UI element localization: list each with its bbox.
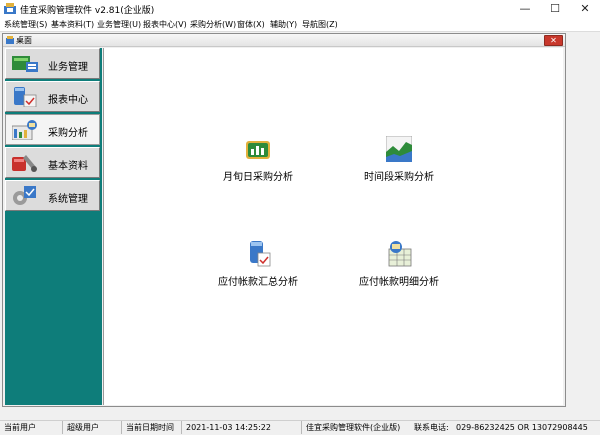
tile-period-analysis[interactable]: 月旬日采购分析 [198,136,318,186]
status-phone-value: 029-86232425 OR 13072908445 [456,423,588,432]
status-user-label: 当前用户 [0,421,63,434]
title-bar: 佳宜采购管理软件 v2.81(企业版) — ☐ ✕ [0,0,600,17]
menu-help[interactable]: 辅助(Y) [270,19,297,30]
maximize-button[interactable]: ☐ [540,0,570,17]
nav-item-business[interactable]: 业务管理 [5,48,100,79]
nav-item-label: 业务管理 [48,62,88,73]
menu-analysis[interactable]: 采购分析(W) [190,19,236,30]
database-check-icon [250,241,271,267]
tile-label: 时间段采购分析 [364,172,434,183]
tile-label: 应付帐款明细分析 [359,277,439,288]
tile-time-range-analysis[interactable]: 时间段采购分析 [339,136,459,186]
calendar-chart-icon [246,141,270,159]
menu-window[interactable]: 窗体(X) [237,19,265,30]
desktop-title-bar: 桌面 ✕ [3,34,565,47]
menu-system[interactable]: 系统管理(S) [4,19,47,30]
nav-item-label: 系统管理 [48,194,88,205]
menu-bar: 系统管理(S) 基本资料(T) 业务管理(U) 报表中心(V) 采购分析(W) … [0,17,600,32]
content-pane: 月旬日采购分析 时间段采购分析 应付帐款汇总分析 应付帐款明细分析 [103,48,563,405]
status-datetime-value: 2021-11-03 14:25:22 [182,421,302,434]
tile-payables-summary[interactable]: 应付帐款汇总分析 [198,241,318,291]
grid-detail-icon [388,241,412,267]
status-datetime-label: 当前日期时间 [122,421,182,434]
desktop-close-button[interactable]: ✕ [544,35,563,46]
tile-payables-detail[interactable]: 应付帐款明细分析 [339,241,459,291]
nav-item-analysis[interactable]: 采购分析 [5,114,100,145]
status-user-value: 超级用户 [63,421,122,434]
desktop-title: 桌面 [16,36,32,45]
report-icon [14,87,37,107]
analysis-icon [12,120,37,140]
tile-label: 月旬日采购分析 [223,172,293,183]
tile-label: 应付帐款汇总分析 [218,277,298,288]
nav-item-system[interactable]: 系统管理 [5,180,100,211]
nav-item-label: 采购分析 [48,128,88,139]
left-nav: 业务管理 报表中心 采购分析 基本资料 系统管理 [5,48,102,405]
window-title: 佳宜采购管理软件 v2.81(企业版) [20,6,155,16]
desktop-window: 桌面 ✕ 业务管理 报表中心 采购分析 基本资料 系统管理 月旬日采购分析 时间… [2,33,566,407]
status-phone-label: 联系电话: [414,423,449,432]
nav-item-reports[interactable]: 报表中心 [5,81,100,112]
area-chart-icon [386,136,412,162]
system-icon [13,186,36,205]
tools-icon [12,155,37,172]
desktop-icon [6,36,14,44]
app-icon [4,3,16,14]
menu-navigator[interactable]: 导航图(Z) [302,19,338,30]
status-product: 佳宜采购管理软件(企业版) [306,423,401,432]
status-bar: 当前用户 超级用户 当前日期时间 2021-11-03 14:25:22 佳宜采… [0,420,600,435]
minimize-button[interactable]: — [510,0,540,17]
nav-item-label: 报表中心 [48,95,88,106]
menu-basic-data[interactable]: 基本资料(T) [51,19,94,30]
nav-item-label: 基本资料 [48,161,88,172]
business-icon [12,56,38,72]
menu-business[interactable]: 业务管理(U) [97,19,141,30]
close-button[interactable]: ✕ [570,0,600,17]
menu-reports[interactable]: 报表中心(V) [143,19,187,30]
nav-item-basic-data[interactable]: 基本资料 [5,147,100,178]
